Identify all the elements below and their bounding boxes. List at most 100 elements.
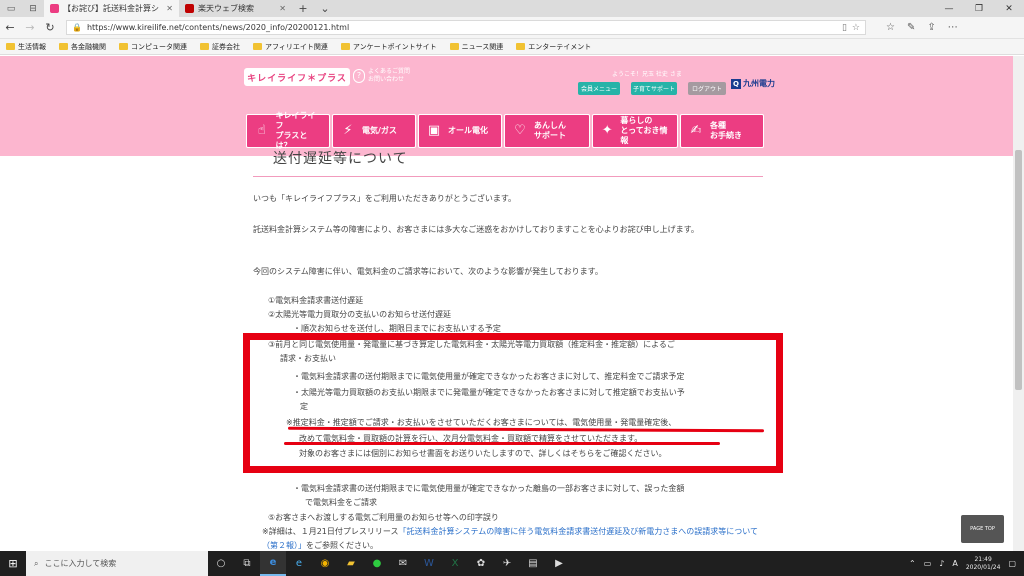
system-tray: ⌃ ▭ ♪ A 21:49 2020/01/24 ▢ (909, 556, 1024, 572)
kireilife-favicon-icon (50, 4, 59, 13)
refresh-icon[interactable]: ↻ (40, 21, 60, 34)
folder-icon (6, 43, 15, 50)
ie-icon[interactable]: e (286, 551, 312, 576)
tab-actions-icon[interactable]: ▭ (0, 0, 22, 17)
maximize-icon[interactable]: ❐ (964, 0, 994, 17)
favorites-bar: 生活情報 各金融機関 コンピュータ関連 証券会社 アフィリエイト関連 アンケート… (0, 39, 1024, 55)
chrome-icon[interactable]: ◉ (312, 551, 338, 576)
windows-taskbar: ⊞ ⌕ ここに入力して検索 ○ ⧉ e e ◉ ▰ ● ✉ W X ✿ ✈ ▤ … (0, 551, 1024, 576)
bookmark-folder[interactable]: コンピュータ関連 (119, 42, 187, 52)
excel-icon[interactable]: X (442, 551, 468, 576)
folder-icon (340, 43, 350, 50)
app-icon[interactable]: ✈ (494, 551, 520, 576)
bookmark-folder[interactable]: エンターテイメント (516, 42, 591, 52)
notifications-icon[interactable]: ▢ (1008, 559, 1016, 568)
impact-item-5: ⑤お客さまへお渡しする電気ご利用量のお知らせ等への印字誤り (268, 513, 499, 522)
rakuten-favicon-icon (185, 4, 194, 13)
red-underline-2 (284, 442, 720, 445)
mail-icon[interactable]: ✉ (390, 551, 416, 576)
item4-bullet-line2: で電気料金をご請求 (305, 498, 377, 507)
tab-preview-icon[interactable]: ⊟ (22, 0, 44, 17)
heart-icon: ♡ (514, 123, 526, 138)
favorites-hub-icon[interactable]: ☆ (886, 22, 895, 33)
line-icon[interactable]: ● (364, 551, 390, 576)
favorite-star-icon[interactable]: ☆ (852, 23, 860, 33)
folder-icon (516, 43, 526, 50)
detail-note: ※詳細は、１月21日付プレスリリース「託送料金計算システムの障害に伴う電気料金請… (262, 527, 758, 550)
video-icon[interactable]: ▶ (546, 551, 572, 576)
faq-line1: よくあるご質問 (368, 68, 411, 75)
nav-living-info[interactable]: ✦ 暮らしの とっておき情報 (592, 114, 678, 148)
address-toolbar: ← → ↻ 🔒 https://www.kireilife.net/conten… (0, 17, 1024, 39)
intro-text: 今回のシステム障害に伴い、電気料金のご請求等において、次のような影響が発生してお… (253, 267, 603, 276)
folder-icon (449, 43, 459, 50)
bookmark-folder[interactable]: 証券会社 (200, 42, 240, 52)
folder-icon (200, 43, 209, 50)
window-controls: — ❐ ✕ (934, 0, 1024, 17)
clock-time: 21:49 (974, 555, 992, 563)
bookmark-folder[interactable]: アンケートポイントサイト (340, 42, 437, 52)
tab-kireilife[interactable]: 【お詫び】託送料金計算シ ✕ (44, 0, 179, 17)
tab-rakuten-search[interactable]: 楽天ウェブ検索 ✕ (179, 0, 292, 17)
bookmark-folder[interactable]: アフィリエイト関連 (253, 42, 328, 52)
pen-icon[interactable]: ✎ (907, 22, 915, 33)
folder-icon (59, 43, 68, 50)
close-window-icon[interactable]: ✕ (994, 0, 1024, 17)
share-icon[interactable]: ⇪ (927, 22, 935, 33)
nav-all-electric[interactable]: ▣ オール電化 (418, 114, 502, 148)
nav-support[interactable]: ♡ あんしん サポート (504, 114, 590, 148)
red-highlight-box (243, 333, 783, 473)
page-top-button[interactable]: PAGE TOP (961, 515, 1004, 543)
taskbar-search-placeholder: ここに入力して検索 (44, 559, 117, 568)
impact-item-1: ①電気料金請求書送付遅延 (268, 296, 364, 305)
word-icon[interactable]: W (416, 551, 442, 576)
minimize-icon[interactable]: — (934, 0, 964, 17)
edge-icon[interactable]: e (260, 551, 286, 576)
forward-icon[interactable]: → (20, 21, 40, 34)
question-icon: ? (353, 69, 365, 83)
nav-procedures[interactable]: ✍ 各種 お手続き (680, 114, 764, 148)
cortana-icon[interactable]: ○ (208, 551, 234, 576)
lock-icon: 🔒 (72, 23, 82, 32)
greeting-text: いつも「キレイライフプラス」をご利用いただきありがとうございます。 (253, 194, 517, 203)
child-support-button[interactable]: 子育てサポート (631, 82, 677, 95)
tab-close-icon[interactable]: ✕ (166, 4, 173, 13)
clock-date: 2020/01/24 (965, 563, 1001, 571)
page-scrollbar[interactable] (1013, 56, 1024, 551)
ime-icon[interactable]: A (952, 559, 957, 568)
folder-icon (253, 43, 262, 50)
tray-chevron-icon[interactable]: ⌃ (909, 559, 916, 568)
taskbar-clock[interactable]: 21:49 2020/01/24 (966, 556, 1001, 572)
task-view-icon[interactable]: ⧉ (234, 551, 260, 576)
scrollbar-thumb[interactable] (1015, 150, 1022, 390)
impact-item-2: ②太陽光等電力買取分の支払いのお知らせ送付遅延 (268, 310, 452, 319)
new-tab-icon[interactable]: + (292, 0, 314, 17)
site-logo[interactable]: キレイライフ＊プラス (244, 68, 350, 86)
member-menu-button[interactable]: 会員メニュー (578, 82, 620, 95)
store-icon[interactable]: ▤ (520, 551, 546, 576)
tab-bar: ▭ ⊟ 【お詫び】託送料金計算シ ✕ 楽天ウェブ検索 ✕ + ⌄ — ❐ ✕ (0, 0, 1024, 17)
main-nav: ☝ キレイライフ プラスとは？ ⚡ 電気/ガス ▣ オール電化 ♡ あんしん サポー… (246, 111, 764, 150)
url-field[interactable]: 🔒 https://www.kireilife.net/contents/new… (66, 20, 866, 35)
faq-link[interactable]: ? よくあるご質問 お問い合わせ (353, 68, 410, 84)
kyuden-logo[interactable]: Q 九州電力 (731, 78, 775, 89)
nav-electricity-gas[interactable]: ⚡ 電気/ガス (332, 114, 416, 148)
bookmark-folder[interactable]: 各金融機関 (59, 42, 106, 52)
back-icon[interactable]: ← (0, 21, 20, 34)
nav-about[interactable]: ☝ キレイライフ プラスとは？ (246, 111, 330, 150)
tab-close-icon[interactable]: ✕ (279, 4, 286, 13)
volume-icon[interactable]: ♪ (939, 559, 944, 568)
app-icon[interactable]: ✿ (468, 551, 494, 576)
bookmark-folder[interactable]: ニュース関連 (449, 42, 503, 52)
page-title: 送付遅延等について (273, 151, 408, 167)
windows-start-icon[interactable]: ⊞ (0, 557, 26, 570)
reading-view-icon[interactable]: ▯ (842, 23, 847, 33)
network-icon[interactable]: ▭ (924, 559, 932, 568)
more-icon[interactable]: ⋯ (948, 22, 958, 33)
url-text: https://www.kireilife.net/contents/news/… (86, 23, 350, 32)
taskbar-search[interactable]: ⌕ ここに入力して検索 (26, 551, 208, 576)
bookmark-folder[interactable]: 生活情報 (6, 42, 46, 52)
logout-button[interactable]: ログアウト (688, 82, 726, 95)
explorer-icon[interactable]: ▰ (338, 551, 364, 576)
tab-list-chevron-icon[interactable]: ⌄ (314, 0, 336, 17)
